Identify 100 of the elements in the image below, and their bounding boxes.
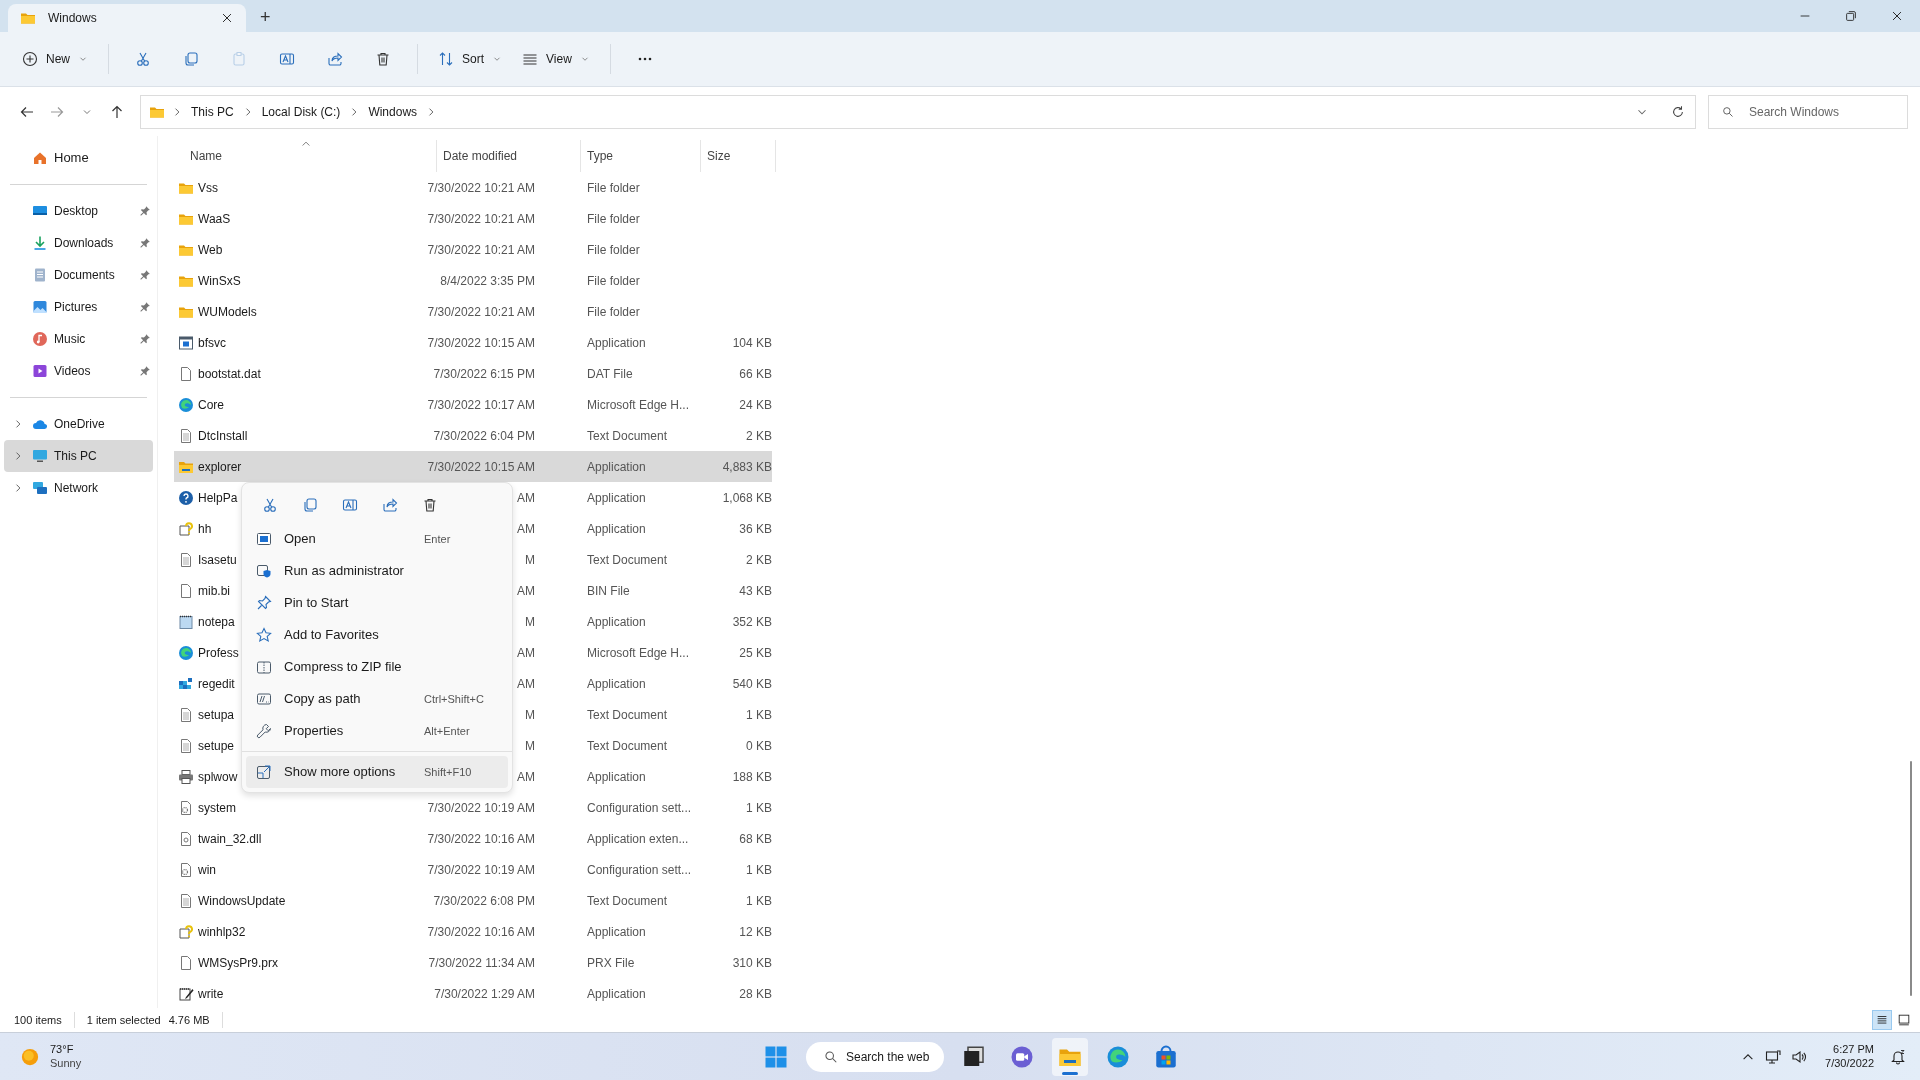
file-icon xyxy=(178,582,194,599)
sidebar-item[interactable]: Videos xyxy=(0,355,157,387)
file-name[interactable]: system xyxy=(198,798,236,817)
search-field[interactable]: Search Windows xyxy=(1708,94,1908,129)
file-name[interactable]: Core xyxy=(198,395,224,414)
file-name[interactable]: winhlp32 xyxy=(198,922,246,941)
sidebar-item[interactable]: Home xyxy=(0,142,157,174)
pin-icon xyxy=(139,269,151,281)
details-view-button[interactable] xyxy=(1872,1010,1892,1030)
text-file-icon xyxy=(178,892,194,909)
sidebar-item[interactable]: Desktop xyxy=(0,195,157,227)
file-name[interactable]: setupe xyxy=(198,736,235,755)
sidebar-item[interactable]: Music xyxy=(0,323,157,355)
printer-icon xyxy=(178,768,194,785)
text-file-icon xyxy=(178,427,194,444)
file-name[interactable]: WindowsUpdate xyxy=(198,891,286,910)
file-type: Text Document xyxy=(587,428,668,443)
clock-time[interactable]: 6:27 PM xyxy=(1833,1042,1874,1057)
sidebar-item[interactable]: This PC xyxy=(4,440,153,472)
volume-icon[interactable] xyxy=(1791,1048,1808,1065)
list-icon xyxy=(1875,1013,1889,1027)
file-type: File folder xyxy=(587,180,640,195)
menu-item[interactable]: Open Enter xyxy=(246,523,508,555)
close-tab-icon[interactable] xyxy=(220,11,234,25)
column-header[interactable]: Type xyxy=(587,147,613,165)
download-icon xyxy=(32,235,48,251)
menu-item[interactable]: Show more options Shift+F10 xyxy=(246,756,508,788)
pin-icon xyxy=(139,333,151,345)
scrollbar[interactable] xyxy=(1910,761,1912,996)
new-tab-button[interactable]: + xyxy=(260,8,271,26)
file-name[interactable]: Profess xyxy=(198,643,239,662)
file-size: 1 KB xyxy=(746,861,772,879)
file-name[interactable]: regedit xyxy=(198,674,235,693)
file-size: 1,068 KB xyxy=(722,489,772,507)
address-bar[interactable]: This PC Local Disk (C:) Windows xyxy=(140,94,1696,129)
sidebar-item[interactable]: OneDrive xyxy=(0,408,157,440)
file-name[interactable]: bootstat.dat xyxy=(198,364,261,383)
file-type: PRX File xyxy=(587,955,635,970)
sidebar-item[interactable]: Pictures xyxy=(0,291,157,323)
file-name[interactable]: HelpPa xyxy=(198,488,238,507)
file-name[interactable]: mib.bi xyxy=(198,581,230,600)
network-icon[interactable] xyxy=(1765,1048,1782,1065)
file-size: 12 KB xyxy=(739,923,772,941)
clock-date[interactable]: 7/30/2022 xyxy=(1825,1056,1874,1071)
file-size: 25 KB xyxy=(739,644,772,662)
file-name[interactable]: setupa xyxy=(198,705,235,724)
view-button[interactable]: View xyxy=(514,41,598,77)
menu-item[interactable]: Properties Alt+Enter xyxy=(246,715,508,747)
menu-item[interactable]: Add to Favorites xyxy=(246,619,508,651)
file-name[interactable]: write xyxy=(198,984,224,1003)
file-name[interactable]: WMSysPr9.prx xyxy=(198,953,278,972)
file-type: Application xyxy=(587,986,646,1001)
menu-item[interactable]: Run as administrator xyxy=(246,555,508,587)
music-icon xyxy=(32,331,48,347)
date-modified: 7/30/2022 10:21 AM xyxy=(427,210,535,228)
breadcrumb-item[interactable]: This PC xyxy=(189,102,236,121)
file-name[interactable]: hh xyxy=(198,519,212,538)
file-name[interactable]: Vss xyxy=(198,178,218,197)
date-modified: 8/4/2022 3:35 PM xyxy=(440,272,535,290)
sidebar-item[interactable]: Downloads xyxy=(0,227,157,259)
sun-icon xyxy=(20,1046,40,1067)
file-size: 66 KB xyxy=(739,365,772,383)
taskbar-search[interactable]: Search the web xyxy=(806,1041,944,1072)
refresh-icon[interactable] xyxy=(1671,104,1685,119)
file-name[interactable]: win xyxy=(198,860,216,879)
file-name[interactable]: WinSxS xyxy=(198,271,241,290)
copy-icon xyxy=(302,497,318,513)
breadcrumb-item[interactable]: Local Disk (C:) xyxy=(259,102,343,121)
sort-button[interactable]: Sort xyxy=(430,41,511,77)
file-name[interactable]: WUModels xyxy=(198,302,257,321)
menu-item[interactable]: Compress to ZIP file xyxy=(246,651,508,683)
column-header[interactable]: Size xyxy=(707,147,731,165)
date-modified: AM xyxy=(517,768,535,786)
column-header[interactable]: Date modified xyxy=(443,147,518,165)
file-name[interactable]: twain_32.dll xyxy=(198,829,262,848)
notifications-icon[interactable] xyxy=(1890,1048,1906,1065)
file-name[interactable]: splwow xyxy=(198,767,238,786)
file-name[interactable]: explorer xyxy=(198,457,242,476)
date-modified: 7/30/2022 10:16 AM xyxy=(427,830,535,848)
file-name[interactable]: bfsvc xyxy=(198,333,226,352)
file-size: 68 KB xyxy=(739,830,772,848)
menu-item[interactable]: Copy as path Ctrl+Shift+C xyxy=(246,683,508,715)
sidebar-item[interactable]: Documents xyxy=(0,259,157,291)
column-header[interactable]: Name xyxy=(190,147,222,165)
new-button[interactable]: New xyxy=(14,41,96,77)
file-name[interactable]: notepa xyxy=(198,612,235,631)
sort-icon xyxy=(438,51,454,67)
tab[interactable]: Windows xyxy=(8,4,246,32)
file-size: 4,883 KB xyxy=(722,458,772,476)
sidebar-item[interactable]: Network xyxy=(0,472,157,504)
file-size: 352 KB xyxy=(732,613,772,631)
computer-icon xyxy=(32,448,48,464)
file-type: Application xyxy=(587,521,646,536)
breadcrumb-item[interactable]: Windows xyxy=(366,102,420,121)
cut-icon xyxy=(135,51,151,67)
file-name[interactable]: WaaS xyxy=(198,209,231,228)
file-name[interactable]: Isasetu xyxy=(198,550,237,569)
file-name[interactable]: Web xyxy=(198,240,223,259)
menu-item[interactable]: Pin to Start xyxy=(246,587,508,619)
file-name[interactable]: DtcInstall xyxy=(198,426,248,445)
